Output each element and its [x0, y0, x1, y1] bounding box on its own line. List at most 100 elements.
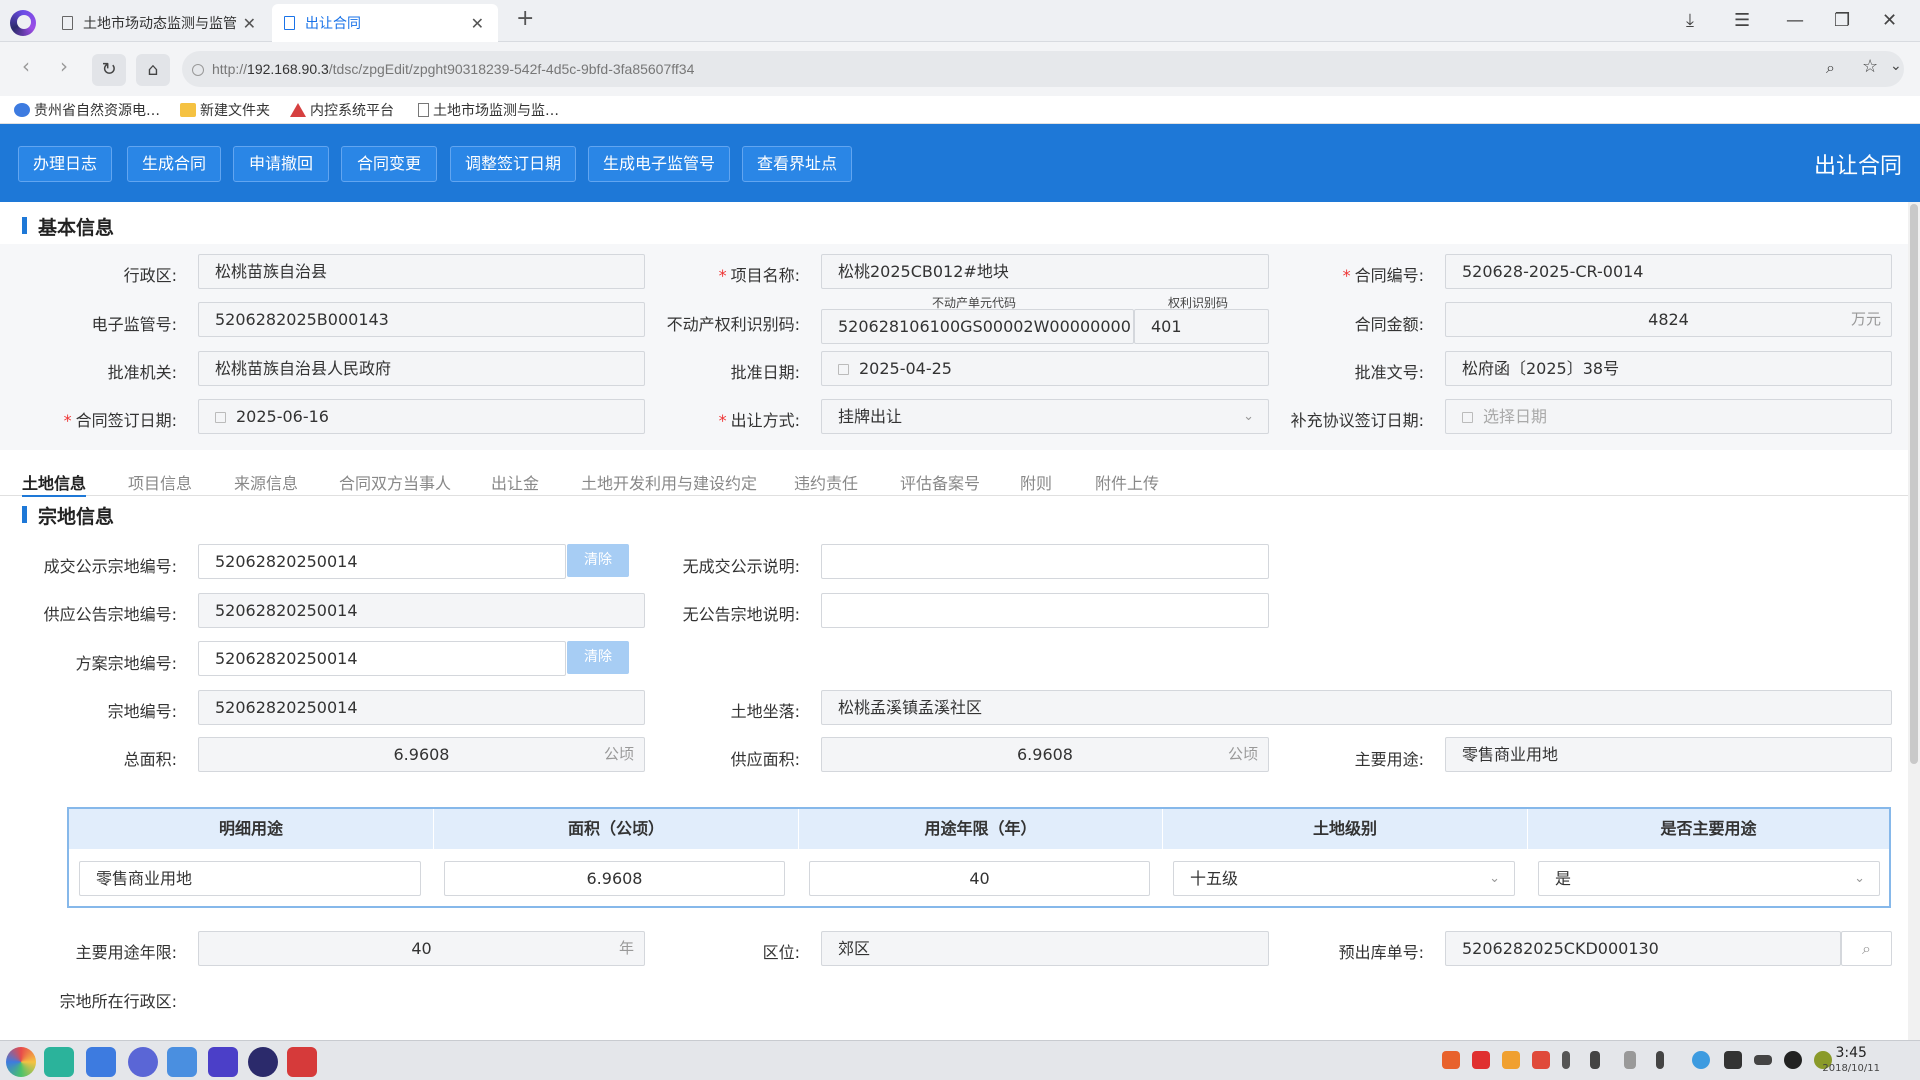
total-area-field[interactable]: 6.9608 公顷 — [198, 737, 645, 772]
minimize-icon[interactable]: — — [1786, 10, 1804, 31]
view-boundary-points-button[interactable]: 查看界址点 — [742, 146, 852, 182]
no-deal-field[interactable] — [821, 544, 1269, 579]
tab-appraisal[interactable]: 评估备案号 — [900, 470, 980, 494]
log-button[interactable]: 办理日志 — [18, 146, 112, 182]
supply-area-field[interactable]: 6.9608 公顷 — [821, 737, 1269, 772]
realty-unit-field[interactable]: 520628106100GS00002W00000000 — [821, 309, 1134, 344]
f9-icon[interactable] — [1472, 1051, 1490, 1069]
zone-field[interactable]: 郊区 — [821, 931, 1269, 966]
keyboard-icon[interactable] — [1754, 1055, 1772, 1065]
table-header: 明细用途 面积（公顷） 用途年限（年） 土地级别 是否主要用途 — [69, 809, 1889, 849]
scrollbar-thumb[interactable] — [1910, 204, 1918, 764]
input-method-icon[interactable] — [1502, 1051, 1520, 1069]
tab-attachments[interactable]: 附件上传 — [1095, 470, 1159, 494]
volume-icon[interactable] — [1590, 1051, 1600, 1069]
generate-contract-button[interactable]: 生成合同 — [127, 146, 221, 182]
tab-liability[interactable]: 违约责任 — [794, 470, 858, 494]
bookmark-star-icon[interactable]: ☆ — [1862, 56, 1878, 77]
power-icon[interactable] — [1784, 1051, 1802, 1069]
clear-plan-no-button[interactable]: 清除 — [567, 641, 629, 674]
approval-doc-field[interactable]: 松府函〔2025〕38号 — [1445, 351, 1892, 386]
start-menu-icon[interactable] — [6, 1047, 36, 1077]
reload-icon[interactable]: ↻ — [92, 54, 126, 86]
window-close-icon[interactable]: ✕ — [1882, 10, 1897, 31]
new-tab-icon[interactable]: + — [516, 6, 534, 31]
transfer-mode-select[interactable]: 挂牌出让 ⌄ — [821, 399, 1269, 434]
row-area-field[interactable]: 6.9608 — [444, 861, 785, 896]
main-use-field[interactable]: 零售商业用地 — [1445, 737, 1892, 772]
tab-parties[interactable]: 合同双方当事人 — [339, 470, 451, 494]
change-contract-button[interactable]: 合同变更 — [341, 146, 437, 182]
bookmark-new-folder[interactable]: 新建文件夹 — [180, 100, 270, 120]
usb-icon[interactable] — [1562, 1051, 1570, 1069]
supervision-no-field[interactable]: 5206282025B000143 — [198, 302, 645, 337]
supp-date-field[interactable]: 选择日期 — [1445, 399, 1892, 434]
main-years-field[interactable]: 40 年 — [198, 931, 645, 966]
district-field[interactable]: 松桃苗族自治县 — [198, 254, 645, 289]
tab-project-info[interactable]: 项目信息 — [128, 470, 192, 494]
tab-supplementary[interactable]: 附则 — [1020, 470, 1052, 494]
parcel-no-field[interactable]: 52062820250014 — [198, 690, 645, 725]
chevron-down-icon[interactable]: ⌄ — [1890, 58, 1902, 74]
bookmark-gz-resources[interactable]: 贵州省自然资源电… — [14, 100, 160, 120]
restore-icon[interactable]: ❐ — [1834, 10, 1850, 31]
total-area-label: 总面积: — [123, 750, 177, 769]
withdraw-button[interactable]: 申请撤回 — [233, 146, 329, 182]
url-input[interactable]: http://192.168.90.3/tdsc/zpgEdit/zpght90… — [182, 51, 1904, 87]
outbound-no-field[interactable]: 5206282025CKD000130 — [1445, 931, 1841, 966]
settings-icon[interactable] — [128, 1047, 158, 1077]
messenger-icon[interactable] — [287, 1047, 317, 1077]
tab-land-info[interactable]: 土地信息 — [22, 470, 87, 497]
clock[interactable]: 3:45 2018/10/11 — [1822, 1045, 1880, 1077]
deal-no-field[interactable]: 52062820250014 — [198, 544, 566, 579]
wps-icon[interactable] — [208, 1047, 238, 1077]
security-icon[interactable] — [1442, 1051, 1460, 1069]
calendar-icon — [838, 364, 849, 375]
sogou-icon[interactable] — [1532, 1051, 1550, 1069]
page-scrollbar[interactable] — [1908, 202, 1920, 1040]
download-icon[interactable]: ⤓ — [1686, 10, 1694, 31]
bookmark-land-monitor[interactable]: 土地市场监测与监… — [418, 100, 559, 120]
sign-date-field[interactable]: 2025-06-16 — [198, 399, 645, 434]
location-field[interactable]: 松桃孟溪镇孟溪社区 — [821, 690, 1892, 725]
app-store-icon[interactable] — [167, 1047, 197, 1077]
approval-date-field[interactable]: 2025-04-25 — [821, 351, 1269, 386]
menu-icon[interactable]: ☰ — [1734, 10, 1750, 31]
browser-taskbar-icon[interactable] — [248, 1047, 278, 1077]
home-icon[interactable]: ⌂ — [136, 54, 170, 86]
row-use-field[interactable]: 零售商业用地 — [79, 861, 421, 896]
col-header-area: 面积（公顷） — [434, 809, 799, 849]
site-info-icon[interactable] — [192, 64, 204, 76]
no-notice-field[interactable] — [821, 593, 1269, 628]
row-is-main-select[interactable]: 是 ⌄ — [1538, 861, 1880, 896]
forward-icon[interactable]: › — [60, 54, 68, 78]
network-icon[interactable] — [1624, 1051, 1636, 1069]
row-years-field[interactable]: 40 — [809, 861, 1150, 896]
plan-no-field[interactable]: 52062820250014 — [198, 641, 566, 676]
approval-org-field[interactable]: 松桃苗族自治县人民政府 — [198, 351, 645, 386]
browser-tab-land-monitor[interactable]: 土地市场动态监测与监管 ✕ — [50, 4, 270, 42]
row-level-select[interactable]: 十五级 ⌄ — [1173, 861, 1515, 896]
tab-transfer-fee[interactable]: 出让金 — [491, 470, 539, 494]
generate-supervision-no-button[interactable]: 生成电子监管号 — [588, 146, 730, 182]
close-icon[interactable]: ✕ — [243, 14, 256, 33]
notification-icon[interactable] — [1724, 1051, 1742, 1069]
browser-tab-contract[interactable]: 出让合同 ✕ — [272, 4, 498, 42]
tab-source-info[interactable]: 来源信息 — [234, 470, 298, 494]
chevron-right-icon[interactable] — [1656, 1051, 1664, 1069]
project-name-field[interactable]: 松桃2025CB012#地块 — [821, 254, 1269, 289]
browser-logo-icon[interactable] — [10, 10, 36, 36]
terminal-icon[interactable] — [44, 1047, 74, 1077]
supply-no-field[interactable]: 52062820250014 — [198, 593, 645, 628]
bookmark-internal-control[interactable]: 内控系统平台 — [290, 100, 394, 120]
file-manager-icon[interactable] — [86, 1047, 116, 1077]
adjust-sign-date-button[interactable]: 调整签订日期 — [450, 146, 576, 182]
back-icon[interactable]: ‹ — [22, 54, 30, 78]
close-icon[interactable]: ✕ — [471, 14, 484, 33]
globe-icon[interactable] — [1692, 1051, 1710, 1069]
search-icon[interactable]: ⌕ — [1841, 931, 1892, 966]
contract-no-field[interactable]: 520628-2025-CR-0014 — [1445, 254, 1892, 289]
tab-development[interactable]: 土地开发利用与建设约定 — [581, 470, 757, 494]
amount-field[interactable]: 4824 万元 — [1445, 302, 1892, 337]
zoom-icon[interactable]: ⌕ — [1826, 58, 1835, 78]
